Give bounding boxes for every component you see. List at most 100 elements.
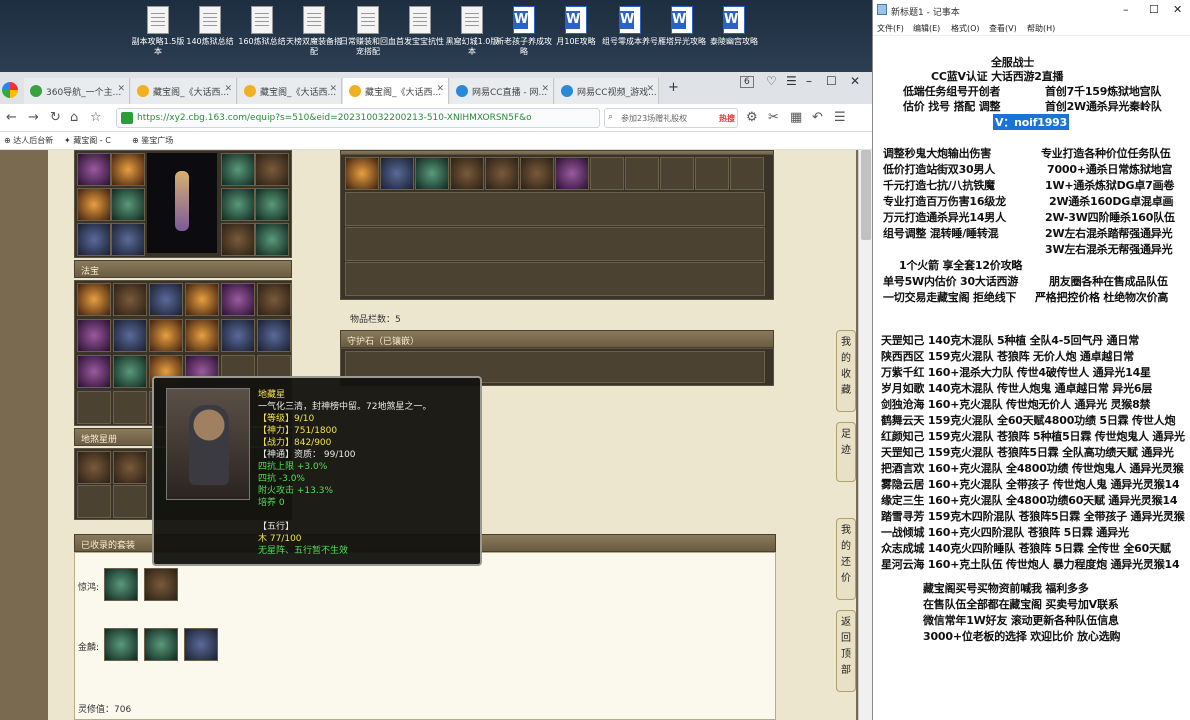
fabao-slot[interactable] (185, 319, 219, 352)
new-tab-icon[interactable]: + (668, 80, 679, 95)
close-icon[interactable]: ✕ (117, 84, 125, 94)
tab-1[interactable]: 藏宝阁_《大话西... ✕ (131, 78, 237, 104)
item-slot[interactable] (485, 157, 519, 190)
equip-slot[interactable] (111, 223, 145, 256)
extension-icon[interactable]: ⚙ (746, 110, 758, 125)
suit-item[interactable] (144, 568, 178, 601)
suit-item[interactable] (104, 568, 138, 601)
refresh-icon[interactable]: ↻ (50, 110, 61, 125)
equip-slot[interactable] (77, 223, 111, 256)
bookmark-2[interactable]: ⊕ 鉴宝广场 (132, 135, 173, 146)
fabao-slot[interactable] (113, 319, 147, 352)
item-slot[interactable] (415, 157, 449, 190)
desktop-icon-4[interactable]: 日常赚装和回血宠搭配 (340, 6, 396, 57)
menu-edit[interactable]: 编辑(E) (913, 23, 940, 34)
forward-icon[interactable]: → (28, 110, 39, 125)
search-input[interactable]: ⌕ 参加23场赠礼股权 热搜 (604, 108, 738, 128)
bookmark-0[interactable]: ⊕ 达人后台新 (4, 135, 53, 146)
close-icon[interactable]: ✕ (541, 84, 549, 94)
back-icon[interactable]: ← (6, 110, 17, 125)
back-to-top-button[interactable]: 返回顶部 (836, 610, 856, 692)
close-icon[interactable]: ✕ (436, 84, 444, 94)
didisha-slot[interactable] (113, 451, 147, 484)
equip-slot[interactable] (77, 153, 111, 186)
equip-slot[interactable] (255, 188, 289, 221)
desktop-icon-11[interactable]: 泰陵幽宫攻略 (706, 6, 762, 47)
fabao-slot[interactable] (77, 319, 111, 352)
equip-slot[interactable] (111, 188, 145, 221)
equip-slot[interactable] (255, 223, 289, 256)
item-slot[interactable] (590, 157, 624, 190)
equip-slot[interactable] (221, 223, 255, 256)
desktop-icon-0[interactable]: 副本攻略1.5版本 (130, 6, 186, 57)
counter-offer-button[interactable]: 我的还价 (836, 518, 856, 600)
bookmark-1[interactable]: ✦ 藏宝阁 - C (64, 135, 111, 146)
didisha-slot[interactable] (77, 451, 111, 484)
suit-item[interactable] (144, 628, 178, 661)
maximize-icon[interactable]: ☐ (1149, 3, 1159, 16)
menu-view[interactable]: 查看(V) (989, 23, 1017, 34)
footprint-button[interactable]: 足迹 (836, 422, 856, 482)
item-slot[interactable] (660, 157, 694, 190)
minimize-icon[interactable]: – (1123, 3, 1129, 16)
tab-5[interactable]: 网易CC视频_游戏... ✕ (555, 78, 659, 104)
tab-2[interactable]: 藏宝阁_《大话西... ✕ (238, 78, 342, 104)
star-icon[interactable]: ☆ (90, 110, 102, 125)
menu-format[interactable]: 格式(O) (951, 23, 980, 34)
favorites-button[interactable]: 我的收藏 (836, 330, 856, 412)
suit-item[interactable] (104, 628, 138, 661)
maximize-icon[interactable]: ☐ (826, 74, 837, 88)
cut-icon[interactable]: ✂ (768, 110, 779, 125)
fabao-slot[interactable] (113, 391, 147, 424)
close-window-icon[interactable]: ✕ (850, 74, 860, 88)
desktop-icon-2[interactable]: 160炼狱总结 (234, 6, 290, 47)
tab-0[interactable]: 360导航_一个主... ✕ (24, 78, 130, 104)
page-scrollbar[interactable] (858, 150, 872, 720)
fabao-slot[interactable] (113, 355, 147, 388)
fabao-slot[interactable] (185, 283, 219, 316)
item-slot[interactable] (695, 157, 729, 190)
item-slot[interactable] (625, 157, 659, 190)
undo-icon[interactable]: ↶ (812, 110, 823, 125)
url-field[interactable]: https://xy2.cbg.163.com/equip?s=510&eid=… (116, 108, 600, 128)
fabao-slot[interactable] (77, 283, 111, 316)
menu-icon[interactable]: ☰ (786, 74, 797, 88)
item-slot[interactable] (730, 157, 764, 190)
item-slot[interactable] (555, 157, 589, 190)
desktop-icon-7[interactable]: 新老孩子养成攻略 (496, 6, 552, 57)
suit-item[interactable] (184, 628, 218, 661)
fabao-slot[interactable] (257, 283, 291, 316)
equip-slot[interactable] (221, 188, 255, 221)
close-icon[interactable]: ✕ (1173, 3, 1182, 16)
notepad-text-area[interactable]: 全服战士 CC蓝V认证 大话西游2直播 低端任务组号开创者 首创7千159炼狱地宫队估… (873, 36, 1190, 720)
hot-search-label[interactable]: 热搜 (719, 113, 735, 124)
item-slot[interactable] (520, 157, 554, 190)
fabao-slot[interactable] (149, 319, 183, 352)
home-icon[interactable]: ⌂ (70, 110, 78, 125)
didisha-slot[interactable] (77, 485, 111, 518)
desktop-icon-5[interactable]: 首发宝宝抗性 (392, 6, 448, 47)
browser-logo-icon[interactable] (2, 82, 18, 98)
desktop-icon-6[interactable]: 黑窟幻城1.0版本 (444, 6, 500, 57)
fabao-slot[interactable] (77, 355, 111, 388)
equip-slot[interactable] (111, 153, 145, 186)
scrollbar-thumb[interactable] (861, 150, 871, 240)
equip-slot[interactable] (221, 153, 255, 186)
close-icon[interactable]: ✕ (646, 84, 654, 94)
menu-file[interactable]: 文件(F) (877, 23, 904, 34)
equip-slot[interactable] (77, 188, 111, 221)
fabao-slot[interactable] (221, 283, 255, 316)
fabao-slot[interactable] (149, 283, 183, 316)
menu-help[interactable]: 帮助(H) (1027, 23, 1055, 34)
minimize-icon[interactable]: – (806, 74, 812, 88)
item-slot[interactable] (345, 157, 379, 190)
tab-count[interactable]: 6 (740, 76, 754, 88)
close-icon[interactable]: ✕ (329, 84, 337, 94)
tab-4[interactable]: 网易CC直播 - 网... ✕ (450, 78, 554, 104)
desktop-icon-8[interactable]: 月10E攻略 (548, 6, 604, 47)
desktop-icon-9[interactable]: 组号零成本养号 (602, 6, 658, 47)
item-slot[interactable] (450, 157, 484, 190)
close-icon[interactable]: ✕ (224, 84, 232, 94)
fabao-slot[interactable] (77, 391, 111, 424)
equip-slot[interactable] (255, 153, 289, 186)
